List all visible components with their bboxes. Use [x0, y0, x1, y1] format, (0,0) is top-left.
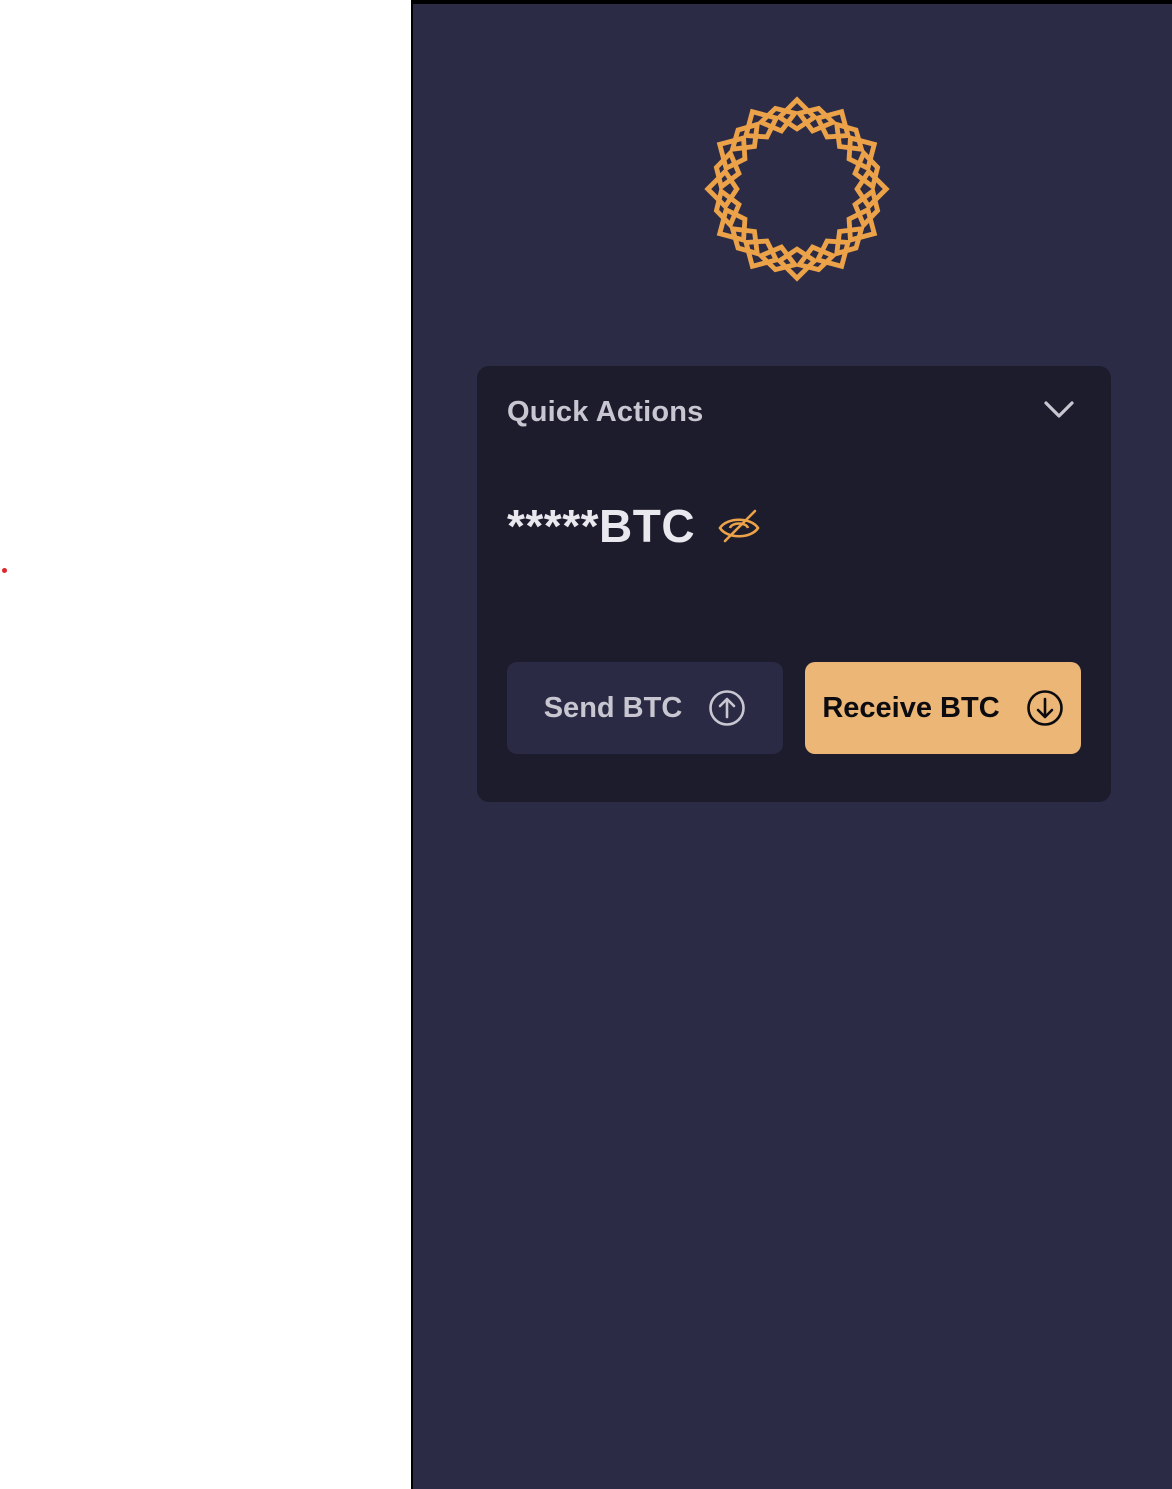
eye-off-icon[interactable]	[717, 508, 761, 544]
send-btc-button[interactable]: Send BTC	[507, 662, 783, 754]
balance-row: *****BTC	[507, 498, 761, 554]
receive-btc-label: Receive BTC	[822, 691, 1000, 724]
star-ring-logo-icon	[700, 89, 894, 289]
quick-actions-card: Quick Actions *****BTC Send BTC Receive …	[477, 366, 1111, 802]
wallet-side-panel: Quick Actions *****BTC Send BTC Receive …	[411, 0, 1172, 1489]
arrow-up-circle-icon	[709, 690, 746, 726]
blank-page-area	[0, 0, 411, 1489]
receive-btc-button[interactable]: Receive BTC	[805, 662, 1081, 754]
chevron-down-icon[interactable]	[1043, 398, 1075, 420]
quick-actions-title: Quick Actions	[507, 396, 704, 428]
btc-balance: *****BTC	[507, 500, 696, 552]
send-btc-label: Send BTC	[543, 691, 683, 724]
red-dot-marker	[2, 568, 7, 573]
arrow-down-circle-icon	[1026, 690, 1063, 726]
